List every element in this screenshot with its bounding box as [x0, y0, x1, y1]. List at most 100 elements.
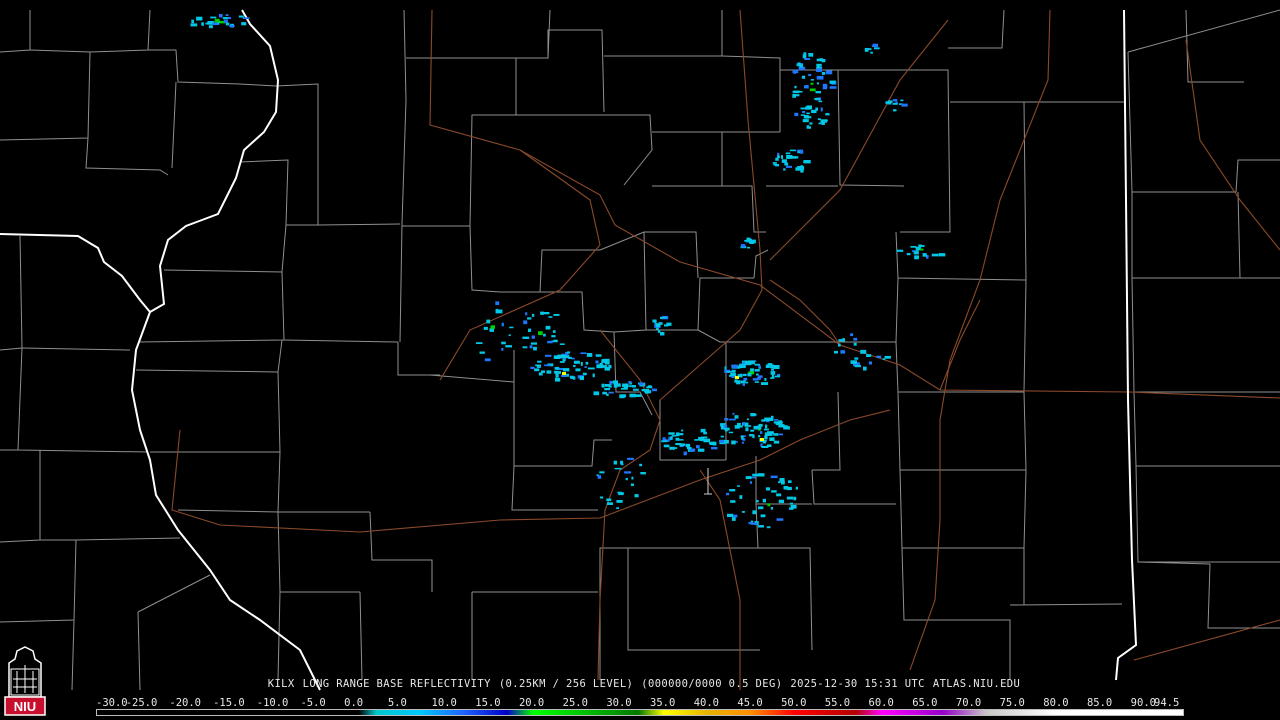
radar-echo-cell: [631, 476, 634, 480]
radar-echo-cell: [651, 388, 657, 392]
radar-echo-cell: [617, 491, 622, 494]
radar-echo-cell: [737, 425, 743, 428]
radar-echo-cell: [726, 492, 730, 496]
radar-echo-cell: [747, 246, 750, 249]
radar-echo-cell: [605, 384, 611, 387]
radar-echo-cell: [697, 448, 705, 452]
radar-echo-cell: [601, 383, 605, 388]
radar-echo-cell: [508, 334, 511, 336]
radar-echo-cell: [225, 14, 229, 16]
radar-echo-cell: [816, 75, 824, 80]
radar-echo-cell: [825, 113, 830, 116]
radar-echo-cell: [754, 369, 760, 372]
radar-echo-cell: [744, 363, 752, 366]
radar-echo-cell: [554, 371, 561, 374]
radar-echo-cell: [764, 435, 768, 440]
radar-echo-cell: [686, 447, 692, 450]
radar-echo-cell: [743, 377, 748, 381]
radar-echo-cell: [825, 70, 833, 75]
product-caption: KILX LONG RANGE BASE REFLECTIVITY (0.25KM …: [0, 678, 1280, 690]
radar-echo-cell: [720, 435, 724, 438]
radar-echo-cell: [628, 385, 632, 388]
radar-echo-cell: [896, 249, 904, 252]
radar-echo-cell: [531, 313, 535, 317]
radar-echo-cell: [210, 16, 217, 19]
radar-echo-cell: [788, 480, 792, 483]
radar-echo-cell: [804, 160, 811, 164]
radar-echo-cell: [592, 373, 595, 378]
radar-echo-cell: [799, 150, 804, 154]
radar-echo-cell: [746, 381, 749, 384]
radar-echo-cell: [241, 22, 247, 26]
radar-echo-cell: [660, 331, 665, 336]
radar-echo-cell: [773, 421, 780, 424]
radar-echo-cell: [639, 382, 644, 386]
radar-echo-cell: [719, 440, 725, 443]
colorbar-tick-label: 35.0: [650, 697, 676, 709]
colorbar-tick-label: 65.0: [912, 697, 938, 709]
colorbar-tick-label: -25.0: [125, 697, 158, 709]
radar-echo-cell: [773, 440, 780, 444]
radar-echo-cell: [238, 15, 244, 18]
radar-echo-cell: [726, 371, 732, 373]
radar-echo-cell: [887, 101, 892, 105]
radar-echo-cell: [669, 446, 675, 450]
radar-echo-cell: [595, 360, 599, 364]
radar-echo-cell: [222, 17, 228, 20]
radar-echo-cell: [772, 162, 777, 164]
radar-echo-cell: [740, 435, 744, 438]
radar-echo-cell: [639, 463, 643, 467]
colorbar-tick-label: 30.0: [606, 697, 632, 709]
radar-echo-cell: [606, 498, 612, 502]
radar-echo-cell: [675, 437, 680, 441]
radar-echo-cell: [731, 517, 736, 521]
radar-echo-cell: [501, 347, 504, 351]
radar-echo-cell: [731, 440, 736, 445]
radar-echo-cell: [709, 441, 712, 445]
radar-echo-cell: [599, 471, 605, 474]
radar-echo-cell: [789, 502, 793, 505]
radar-echo-cell: [757, 525, 764, 528]
radar-echo-cell: [906, 253, 911, 256]
radar-echo-cell: [730, 372, 736, 377]
radar-echo-cell: [196, 16, 203, 21]
radar-echo-cell: [884, 355, 891, 359]
radar-echo-peak: [760, 438, 764, 441]
colorbar-tick-label: 55.0: [824, 697, 851, 709]
radar-echo-cell: [529, 345, 533, 349]
radar-echo-cell: [525, 312, 528, 316]
radar-echo-cell: [729, 418, 736, 421]
radar-echo-cell: [225, 22, 230, 26]
radar-echo-cell: [563, 355, 570, 358]
radar-echo-cell: [683, 451, 687, 456]
radar-echo-cell: [528, 328, 532, 332]
radar-echo-cell: [786, 496, 794, 500]
radar-echo-cell: [624, 471, 632, 474]
radar-echo-cell: [559, 361, 565, 363]
radar-echo-cell: [740, 244, 746, 248]
radar-echo-cell: [771, 490, 777, 493]
radar-echo-cell: [584, 366, 587, 368]
radar-echo-cell: [681, 429, 684, 432]
radar-echo-cell: [803, 115, 809, 119]
radar-echo-cell: [829, 86, 837, 89]
radar-echo-cell: [720, 426, 725, 430]
radar-echo-cell: [666, 322, 672, 326]
radar-echo-cell: [509, 326, 514, 329]
radar-echo-cell: [700, 428, 706, 433]
radar-echo-cell: [758, 435, 761, 438]
radar-echo-cell: [850, 333, 854, 337]
radar-echo-cell: [631, 483, 634, 486]
colorbar-tick-label: 45.0: [737, 697, 763, 709]
radar-echo-cell: [724, 418, 729, 421]
radar-echo-cell: [821, 121, 825, 125]
radar-echo-cell: [575, 368, 581, 372]
radar-echo-cell: [741, 437, 744, 440]
radar-echo-cell: [530, 342, 537, 345]
colorbar-tick-label: 40.0: [693, 697, 720, 709]
radar-echo-cell: [205, 22, 209, 25]
radar-echo-cell: [551, 335, 556, 338]
radar-echo-cell: [763, 428, 769, 431]
colorbar-tick-label: 0.0: [344, 697, 364, 709]
radar-echo-cell: [789, 149, 797, 152]
